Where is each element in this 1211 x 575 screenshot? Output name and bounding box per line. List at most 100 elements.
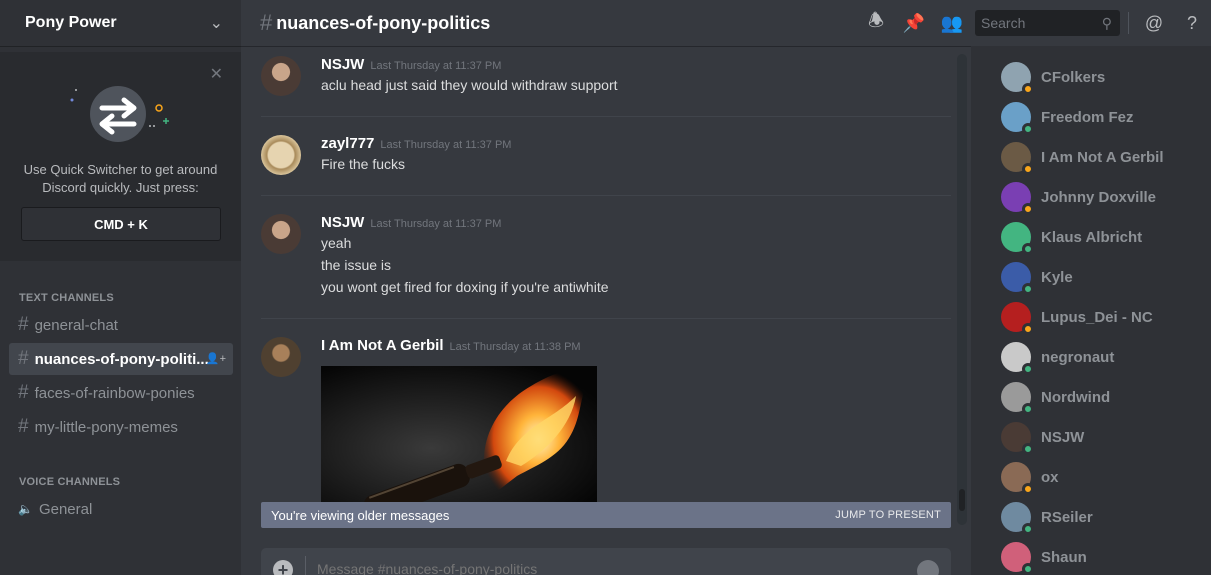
- status-online-indicator: [1022, 363, 1034, 375]
- composer-divider: [305, 556, 306, 575]
- member-list[interactable]: CFolkers Freedom Fez I Am Not A Gerbil J…: [971, 46, 1211, 575]
- status-online-indicator: [1022, 283, 1034, 295]
- status-idle-indicator: [1022, 323, 1034, 335]
- quick-switcher-text: Use Quick Switcher to get around Discord…: [23, 162, 218, 195]
- switch-arrows-icon: [70, 86, 169, 142]
- status-online-indicator: [1022, 123, 1034, 135]
- speaker-icon: 🔈: [18, 502, 33, 516]
- channel-label: general-chat: [34, 316, 118, 334]
- message-divider: [261, 318, 951, 319]
- text-channels-category[interactable]: TEXT CHANNELS: [19, 292, 114, 304]
- avatar: [1001, 382, 1034, 415]
- member-name: Klaus Albricht: [1041, 228, 1143, 246]
- avatar[interactable]: [261, 56, 301, 96]
- avatar[interactable]: [261, 337, 301, 377]
- status-online-indicator: [1022, 563, 1034, 575]
- help-icon[interactable]: ?: [1173, 13, 1211, 34]
- member-item[interactable]: negronaut: [1001, 337, 1211, 377]
- mention-icon[interactable]: @: [1135, 13, 1173, 34]
- message-timestamp: Last Thursday at 11:37 PM: [370, 218, 502, 230]
- avatar: [1001, 182, 1034, 215]
- message-author[interactable]: I Am Not A Gerbil: [321, 337, 444, 354]
- bell-icon[interactable]: 🕭: [857, 8, 895, 38]
- channel-nuances-of-pony-politics[interactable]: # nuances-of-pony-politi... 👤+: [9, 343, 233, 375]
- message-timestamp: Last Thursday at 11:38 PM: [449, 341, 581, 353]
- older-messages-text: You're viewing older messages: [271, 507, 450, 523]
- search-input[interactable]: Search ⚲: [975, 10, 1120, 36]
- upload-plus-icon[interactable]: +: [273, 560, 293, 575]
- member-item[interactable]: CFolkers: [1001, 57, 1211, 97]
- member-name: Johnny Doxville: [1041, 188, 1157, 206]
- member-item[interactable]: Shaun: [1001, 537, 1211, 575]
- channel-label: faces-of-rainbow-ponies: [34, 384, 195, 402]
- avatar: [1001, 102, 1034, 135]
- channel-faces-of-rainbow-ponies[interactable]: # faces-of-rainbow-ponies: [9, 377, 233, 409]
- member-name: Freedom Fez: [1041, 108, 1134, 126]
- member-item[interactable]: Klaus Albricht: [1001, 217, 1211, 257]
- message-text: Fire the fucks: [321, 156, 406, 172]
- member-item[interactable]: ox: [1001, 457, 1211, 497]
- jump-to-present-button[interactable]: JUMP TO PRESENT: [835, 509, 941, 521]
- message-text: the issue is: [321, 257, 392, 273]
- hash-icon: #: [18, 348, 29, 369]
- voice-channels-category[interactable]: VOICE CHANNELS: [19, 476, 120, 488]
- message-author[interactable]: NSJW: [321, 214, 364, 231]
- member-name: I Am Not A Gerbil: [1041, 148, 1164, 166]
- message-list[interactable]: NSJW Last Thursday at 11:37 PM aclu head …: [241, 46, 957, 502]
- message-divider: [261, 116, 951, 117]
- avatar[interactable]: [261, 214, 301, 254]
- avatar: [1001, 542, 1034, 575]
- member-item[interactable]: I Am Not A Gerbil: [1001, 137, 1211, 177]
- channel-sidebar: Pony Power ⌄ ✕ Use Quick Switcher to get…: [0, 0, 241, 575]
- status-online-indicator: [1022, 443, 1034, 455]
- status-online-indicator: [1022, 403, 1034, 415]
- member-item[interactable]: RSeiler: [1001, 497, 1211, 537]
- message-author[interactable]: zayl777: [321, 135, 374, 152]
- message-timestamp: Last Thursday at 11:37 PM: [380, 139, 512, 151]
- image-attachment[interactable]: [321, 366, 597, 502]
- member-item[interactable]: Nordwind: [1001, 377, 1211, 417]
- hash-icon: #: [18, 416, 29, 437]
- hash-icon: #: [18, 314, 29, 335]
- member-item[interactable]: Johnny Doxville: [1001, 177, 1211, 217]
- chat-header: # nuances-of-pony-politics 🕭 📌 👥 Search …: [241, 0, 1211, 46]
- member-item[interactable]: Kyle: [1001, 257, 1211, 297]
- channel-my-little-pony-memes[interactable]: # my-little-pony-memes: [9, 411, 233, 443]
- chevron-down-icon[interactable]: ⌄: [210, 13, 223, 33]
- member-name: Lupus_Dei - NC: [1041, 308, 1153, 326]
- status-idle-indicator: [1022, 163, 1034, 175]
- message-scrollbar-thumb[interactable]: [959, 489, 965, 511]
- emoji-icon[interactable]: [917, 560, 939, 575]
- server-header[interactable]: Pony Power ⌄: [0, 0, 241, 46]
- add-user-icon[interactable]: 👤+: [206, 352, 226, 365]
- discord-app: Pony Power ⌄ ✕ Use Quick Switcher to get…: [0, 0, 1211, 575]
- avatar: [1001, 142, 1034, 175]
- avatar: [1001, 342, 1034, 375]
- member-item[interactable]: NSJW: [1001, 417, 1211, 457]
- members-icon[interactable]: 👥: [933, 13, 971, 34]
- status-idle-indicator: [1022, 83, 1034, 95]
- member-name: ox: [1041, 468, 1059, 486]
- older-messages-banner[interactable]: You're viewing older messages JUMP TO PR…: [261, 502, 951, 528]
- avatar: [1001, 462, 1034, 495]
- avatar: [1001, 262, 1034, 295]
- message-scrollbar-track[interactable]: [957, 54, 967, 525]
- message-input[interactable]: [317, 561, 877, 575]
- avatar[interactable]: [261, 135, 301, 175]
- channel-label: my-little-pony-memes: [34, 418, 178, 436]
- server-name: Pony Power: [25, 14, 117, 31]
- channel-general-chat[interactable]: # general-chat: [9, 309, 233, 341]
- avatar: [1001, 222, 1034, 255]
- quick-switcher-card: ✕ Use Quick Switcher to get around Disco…: [0, 52, 241, 261]
- voice-channel-general[interactable]: 🔈 General: [9, 493, 233, 525]
- avatar: [1001, 502, 1034, 535]
- member-name: Nordwind: [1041, 388, 1111, 406]
- member-name: Kyle: [1041, 268, 1073, 286]
- member-item[interactable]: Lupus_Dei - NC: [1001, 297, 1211, 337]
- message-author[interactable]: NSJW: [321, 56, 364, 73]
- member-item[interactable]: Freedom Fez: [1001, 97, 1211, 137]
- hash-icon: #: [260, 10, 273, 35]
- pin-icon[interactable]: 📌: [895, 13, 933, 34]
- molotov-image: [321, 366, 597, 502]
- close-icon[interactable]: ✕: [210, 64, 223, 84]
